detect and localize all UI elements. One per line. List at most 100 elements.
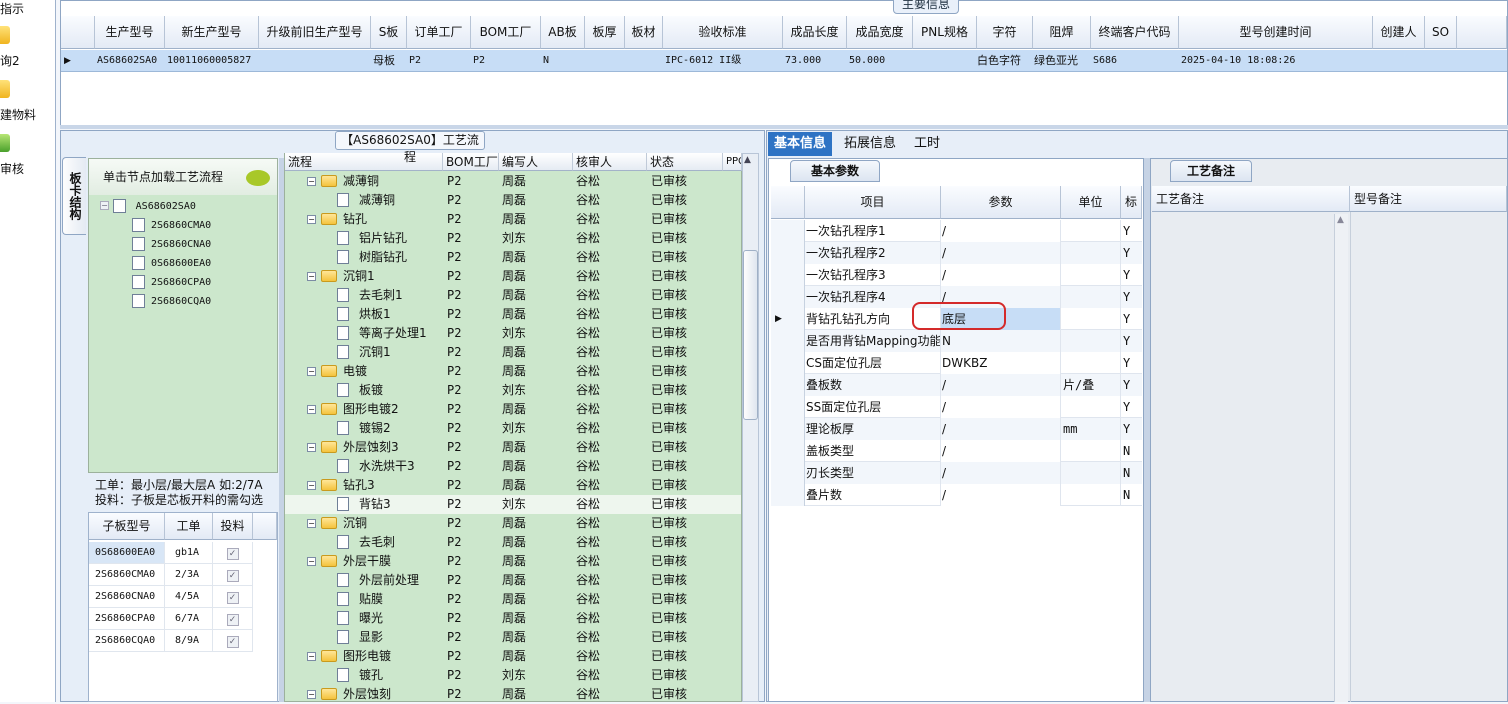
flow-row[interactable]: 等离子处理1 P2 刘东 谷松 已审核 (285, 324, 741, 343)
flow-row[interactable]: − 沉铜1 P2 周磊 谷松 已审核 (285, 267, 741, 286)
column-header[interactable]: 板厚 (585, 16, 625, 49)
flow-row[interactable]: 水洗烘干3 P2 周磊 谷松 已审核 (285, 457, 741, 476)
param-value[interactable]: / (941, 418, 1061, 440)
column-header[interactable]: 参数 (941, 186, 1061, 219)
column-header[interactable]: 核审人 (573, 153, 647, 171)
row-indicator[interactable] (771, 242, 805, 264)
feed-checkbox[interactable]: ✓ (213, 564, 253, 586)
column-header[interactable]: 编写人 (499, 153, 573, 171)
grid-corner[interactable] (771, 186, 805, 219)
param-row[interactable]: 一次钻孔程序3/ Y (771, 264, 1142, 286)
param-row[interactable]: 一次钻孔程序2/ Y (771, 242, 1142, 264)
column-header[interactable]: 单位 (1061, 186, 1121, 219)
feed-checkbox[interactable]: ✓ (213, 542, 253, 564)
collapse-icon[interactable]: − (307, 481, 316, 490)
collapse-icon[interactable]: − (307, 690, 316, 699)
collapse-icon[interactable]: − (307, 177, 316, 186)
row-indicator[interactable] (771, 462, 805, 484)
tab-board-structure[interactable]: 板卡结构 (62, 157, 86, 235)
column-header[interactable]: 型号创建时间 (1179, 16, 1373, 49)
column-header[interactable]: 工艺备注 (1152, 186, 1350, 212)
column-header[interactable]: 子板型号 (89, 513, 165, 540)
column-header[interactable]: 板材 (625, 16, 663, 49)
sub-cell[interactable]: 4/5A (165, 586, 213, 608)
column-header[interactable]: SO (1425, 16, 1457, 49)
param-row[interactable]: 一次钻孔程序1/ Y (771, 220, 1142, 242)
flow-row[interactable]: 镀锡2 P2 刘东 谷松 已审核 (285, 419, 741, 438)
column-header[interactable]: 验收标准 (663, 16, 783, 49)
column-header[interactable]: 状态 (647, 153, 723, 171)
row-indicator[interactable] (771, 396, 805, 418)
column-header[interactable]: S板 (371, 16, 407, 49)
param-value[interactable]: / (941, 264, 1061, 286)
sub-cell[interactable]: gb1A (165, 542, 213, 564)
param-value[interactable]: / (941, 220, 1061, 242)
column-header[interactable]: 创建人 (1373, 16, 1425, 49)
flow-row[interactable]: 铝片钻孔 P2 刘东 谷松 已审核 (285, 229, 741, 248)
column-header[interactable]: 订单工厂 (407, 16, 471, 49)
flow-row[interactable]: 显影 P2 周磊 谷松 已审核 (285, 628, 741, 647)
flow-row[interactable]: − 图形电镀2 P2 周磊 谷松 已审核 (285, 400, 741, 419)
column-header[interactable]: 工单 (165, 513, 213, 540)
collapse-icon[interactable]: − (307, 367, 316, 376)
row-indicator[interactable] (771, 352, 805, 374)
column-header[interactable]: PPC (723, 153, 742, 171)
flow-row[interactable]: 去毛刺1 P2 周磊 谷松 已审核 (285, 286, 741, 305)
flow-row[interactable]: 树脂钻孔 P2 周磊 谷松 已审核 (285, 248, 741, 267)
flow-row[interactable]: − 图形电镀 P2 周磊 谷松 已审核 (285, 647, 741, 666)
row-indicator[interactable] (771, 418, 805, 440)
param-value[interactable]: / (941, 440, 1061, 462)
tab-basic-info[interactable]: 基本信息 (768, 132, 833, 156)
flow-row[interactable]: 外层前处理 P2 周磊 谷松 已审核 (285, 571, 741, 590)
flow-row[interactable]: − 外层蚀刻3 P2 周磊 谷松 已审核 (285, 438, 741, 457)
param-row[interactable]: 刃长类型 / N (771, 462, 1142, 484)
tree-node[interactable]: 0S68600EA0 (132, 253, 211, 272)
tab-extended-info[interactable]: 拓展信息 (838, 132, 902, 156)
scroll-thumb[interactable] (743, 250, 758, 420)
sub-cell[interactable]: 2S6860CPA0 (89, 608, 165, 630)
flow-row[interactable]: 减薄铜 P2 周磊 谷松 已审核 (285, 191, 741, 210)
tree-node[interactable]: 2S6860CNA0 (132, 234, 211, 253)
scroll-up-icon[interactable]: ▲ (744, 155, 751, 165)
param-value[interactable]: DWKBZ (941, 352, 1061, 374)
column-header[interactable]: 标 (1121, 186, 1142, 219)
column-header[interactable]: 型号备注 (1350, 186, 1507, 212)
row-indicator[interactable] (771, 440, 805, 462)
param-value[interactable]: / (941, 462, 1061, 484)
vertical-scrollbar[interactable] (742, 153, 759, 702)
notes-scrollbar[interactable] (1334, 214, 1348, 702)
row-indicator[interactable] (771, 374, 805, 396)
flow-row[interactable]: − 钻孔 P2 周磊 谷松 已审核 (285, 210, 741, 229)
flow-row[interactable]: − 减薄铜 P2 周磊 谷松 已审核 (285, 172, 741, 191)
param-value[interactable]: / (941, 396, 1061, 418)
flow-row[interactable]: − 沉铜 P2 周磊 谷松 已审核 (285, 514, 741, 533)
collapse-icon[interactable]: − (307, 443, 316, 452)
flow-row[interactable]: 曝光 P2 周磊 谷松 已审核 (285, 609, 741, 628)
flow-row[interactable]: − 外层干膜 P2 周磊 谷松 已审核 (285, 552, 741, 571)
tree-node[interactable]: 2S6860CMA0 (132, 215, 211, 234)
collapse-icon[interactable]: − (307, 557, 316, 566)
flow-row[interactable]: − 电镀 P2 周磊 谷松 已审核 (285, 362, 741, 381)
row-indicator[interactable] (771, 484, 805, 506)
param-row[interactable]: SS面定位孔层 / Y (771, 396, 1142, 418)
flow-row[interactable]: 贴膜 P2 周磊 谷松 已审核 (285, 590, 741, 609)
param-value[interactable]: / (941, 484, 1061, 506)
param-row[interactable]: 叠板数 / 片/叠 Y (771, 374, 1142, 396)
scroll-up-icon[interactable]: ▲ (1337, 215, 1344, 225)
sub-cell[interactable]: 6/7A (165, 608, 213, 630)
flow-row[interactable]: − 钻孔3 P2 周磊 谷松 已审核 (285, 476, 741, 495)
horizontal-splitter[interactable] (60, 125, 1508, 129)
column-header[interactable]: 新生产型号 (165, 16, 259, 49)
flow-row[interactable]: 沉铜1 P2 周磊 谷松 已审核 (285, 343, 741, 362)
sub-cell[interactable]: 2S6860CMA0 (89, 564, 165, 586)
tree-node[interactable]: − AS68602SA0 (100, 196, 196, 215)
flow-row[interactable]: 板镀 P2 刘东 谷松 已审核 (285, 381, 741, 400)
column-header[interactable]: 项目 (805, 186, 941, 219)
tab-basic-params[interactable]: 基本参数 (790, 160, 880, 182)
param-row[interactable]: 叠片数 / N (771, 484, 1142, 506)
collapse-icon[interactable]: − (307, 272, 316, 281)
column-header[interactable]: 成品宽度 (847, 16, 913, 49)
collapse-icon[interactable]: − (100, 201, 109, 210)
flow-row[interactable]: − 外层蚀刻 P2 周磊 谷松 已审核 (285, 685, 741, 704)
row-indicator[interactable] (771, 286, 805, 308)
